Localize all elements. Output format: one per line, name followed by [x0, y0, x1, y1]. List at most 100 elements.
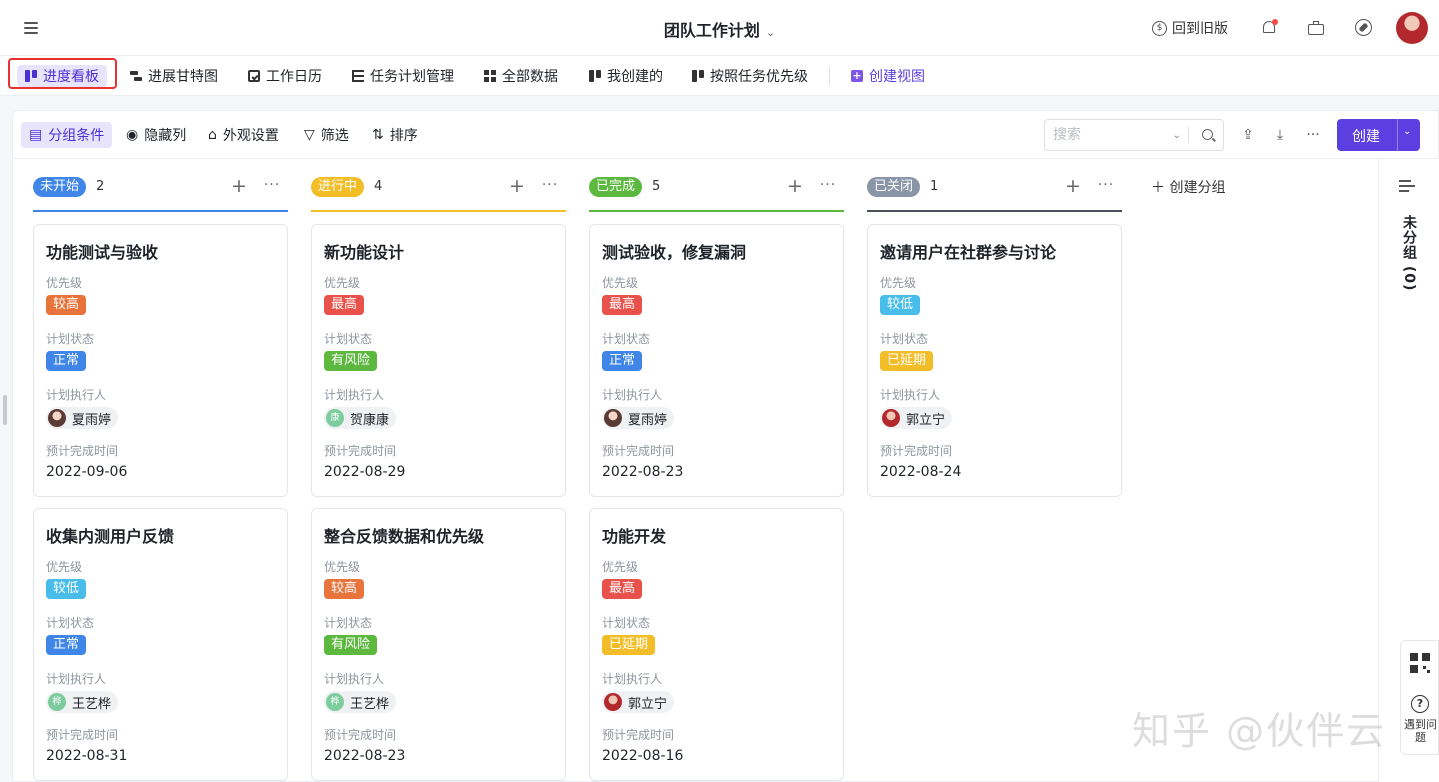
tab-all-data[interactable]: 全部数据 [484, 65, 558, 87]
priority-label: 优先级 [324, 276, 361, 290]
task-card[interactable]: 收集内测用户反馈 优先级 较低 计划状态 正常 计划执行人桦王艺桦 预计完成时间 2022-0… [33, 508, 288, 781]
compass-icon[interactable] [1354, 18, 1374, 38]
add-card-icon[interactable]: + [785, 173, 805, 199]
resize-handle[interactable] [3, 395, 7, 425]
appearance-icon: ⌂ [208, 127, 217, 143]
task-card[interactable]: 功能测试与验收 优先级 较高 计划状态 正常 计划执行人 夏雨婷 预计完成时间 2022-09-… [33, 224, 288, 497]
toolbar: ▤ 分组条件 ◉ 隐藏列 ⌂ 外观设置 ▽ 筛选 ⇅ 排序 搜索 ⌄ ⇪ ⤓ ·… [13, 111, 1438, 159]
filter-icon: ▽ [304, 127, 315, 143]
top-bar: 团队工作计划 ⌄ $ 回到旧版 [0, 0, 1439, 56]
ungrouped-label[interactable]: 未分组 (0) [1399, 215, 1419, 291]
priority-label: 优先级 [880, 276, 917, 290]
column-header: 已关闭 1 + ··· [867, 173, 1122, 212]
collapse-list-icon[interactable] [1399, 179, 1417, 193]
search-icon[interactable] [1202, 129, 1213, 140]
due-date: 2022-08-29 [324, 464, 406, 480]
task-card[interactable]: 整合反馈数据和优先级 优先级 较高 计划状态 有风险 计划执行人桦王艺桦 预计完成时间 202… [311, 508, 566, 781]
table-icon [352, 70, 364, 82]
assignee-chip[interactable]: 郭立宁 [602, 691, 675, 713]
sort-label: 排序 [389, 128, 418, 144]
assignee-name: 郭立宁 [628, 696, 668, 712]
column-count: 1 [930, 179, 939, 194]
filter-label: 筛选 [320, 128, 349, 144]
sort-button[interactable]: ⇅ 排序 [372, 122, 418, 148]
sort-icon: ⇅ [372, 127, 384, 143]
column-count: 4 [374, 179, 383, 194]
column-underline [589, 210, 844, 212]
assignee-chip[interactable]: 桦王艺桦 [324, 691, 397, 713]
create-button[interactable]: 创建 ⌄ [1337, 119, 1420, 151]
tab-label: 进展甘特图 [148, 69, 218, 85]
back-to-old-button[interactable]: $ 回到旧版 [1152, 18, 1228, 38]
add-card-icon[interactable]: + [1063, 173, 1083, 199]
more-icon[interactable]: ··· [539, 173, 561, 199]
qr-code-icon[interactable] [1410, 653, 1430, 673]
due-label: 预计完成时间 [880, 444, 953, 458]
assignee-name: 郭立宁 [906, 412, 946, 428]
column-count: 2 [96, 179, 105, 194]
create-group-button[interactable]: ＋ 创建分组 [1151, 177, 1225, 197]
search-input[interactable]: 搜索 ⌄ [1044, 119, 1224, 151]
add-card-icon[interactable]: + [229, 173, 249, 199]
assignee-name: 夏雨婷 [72, 412, 112, 428]
more-icon[interactable]: ··· [1095, 173, 1117, 199]
tab-by-priority[interactable]: 按照任务优先级 [692, 65, 808, 87]
plan-status-tag: 有风险 [324, 635, 378, 655]
grid-icon [484, 70, 496, 82]
assignee-chip[interactable]: 夏雨婷 [602, 407, 675, 429]
chevron-down-icon[interactable]: ⌄ [1403, 126, 1411, 137]
due-date: 2022-08-31 [46, 748, 128, 764]
chevron-down-icon[interactable]: ⌄ [1173, 121, 1181, 151]
task-card[interactable]: 新功能设计 优先级 最高 计划状态 有风险 计划执行人康贺康康 预计完成时间 2022-08-… [311, 224, 566, 497]
filter-button[interactable]: ▽ 筛选 [304, 122, 349, 148]
appearance-button[interactable]: ⌂ 外观设置 [208, 122, 279, 148]
help-label[interactable]: 遇到问题 [1401, 718, 1439, 744]
assignee-chip[interactable]: 夏雨婷 [46, 407, 119, 429]
priority-label: 优先级 [46, 560, 83, 574]
more-icon[interactable]: ··· [817, 173, 839, 199]
assignee-label: 计划执行人 [46, 672, 107, 686]
column-underline [33, 210, 288, 212]
app-title-text[interactable]: 团队工作计划 [664, 21, 760, 40]
priority-tag: 较高 [324, 579, 365, 599]
card-title: 邀请用户在社群参与讨论 [880, 243, 1057, 262]
assignee-chip[interactable]: 桦王艺桦 [46, 691, 119, 713]
plan-status-label: 计划状态 [46, 616, 95, 630]
due-date: 2022-08-24 [880, 464, 962, 480]
tab-gantt[interactable]: 进展甘特图 [130, 65, 218, 87]
bell-icon[interactable] [1259, 18, 1279, 38]
group-by-label: 分组条件 [48, 128, 105, 144]
more-icon[interactable]: ··· [1303, 125, 1323, 145]
hide-columns-button[interactable]: ◉ 隐藏列 [126, 122, 186, 148]
assignee-chip[interactable]: 康贺康康 [324, 407, 397, 429]
card-title: 功能开发 [602, 527, 667, 546]
chevron-down-icon[interactable]: ⌄ [766, 26, 775, 39]
column-status-badge: 已完成 [589, 177, 643, 197]
task-card[interactable]: 测试验收，修复漏洞 优先级 最高 计划状态 正常 计划执行人 夏雨婷 预计完成时间 2022-0… [589, 224, 844, 497]
tab-kanban[interactable]: 进度看板 [17, 65, 107, 87]
due-label: 预计完成时间 [324, 444, 397, 458]
tab-calendar[interactable]: 工作日历 [248, 65, 322, 87]
task-card[interactable]: 邀请用户在社群参与讨论 优先级 较低 计划状态 已延期 计划执行人 郭立宁 预计完成时间 202… [867, 224, 1122, 497]
task-card[interactable]: 功能开发 优先级 最高 计划状态 已延期 计划执行人 郭立宁 预计完成时间 2022-08-16 [589, 508, 844, 781]
plan-status-tag: 正常 [46, 635, 87, 655]
column-status-badge: 进行中 [311, 177, 365, 197]
user-avatar[interactable] [1396, 12, 1428, 44]
upload-icon[interactable]: ⇪ [1238, 125, 1258, 145]
group-by-button[interactable]: ▤ 分组条件 [21, 122, 113, 148]
card-title: 功能测试与验收 [46, 243, 159, 262]
priority-tag: 最高 [602, 295, 643, 315]
briefcase-icon[interactable] [1306, 18, 1326, 38]
add-card-icon[interactable]: + [507, 173, 527, 199]
priority-tag: 较高 [46, 295, 87, 315]
create-view-button[interactable]: 创建视图 [851, 65, 925, 87]
tab-task-plan[interactable]: 任务计划管理 [352, 65, 454, 87]
assignee-avatar: 桦 [48, 693, 66, 711]
help-icon[interactable]: ? [1411, 695, 1429, 713]
more-icon[interactable]: ··· [261, 173, 283, 199]
tab-my-created[interactable]: 我创建的 [589, 65, 663, 87]
menu-icon[interactable] [22, 18, 42, 38]
assignee-chip[interactable]: 郭立宁 [880, 407, 953, 429]
download-icon[interactable]: ⤓ [1270, 125, 1290, 145]
due-label: 预计完成时间 [602, 444, 675, 458]
